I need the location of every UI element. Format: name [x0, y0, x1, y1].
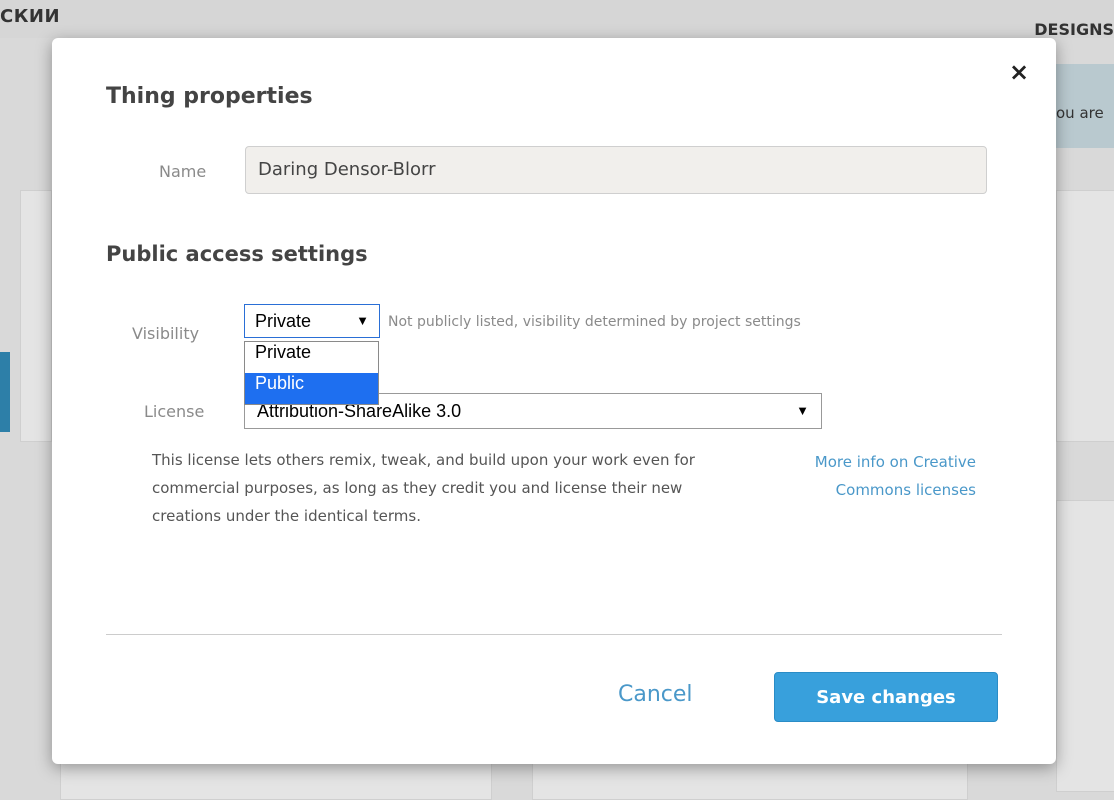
license-label: License	[144, 402, 205, 421]
visibility-option-private[interactable]: Private	[245, 342, 378, 373]
visibility-options-list: Private Public	[244, 341, 379, 405]
cancel-button[interactable]: Cancel	[618, 682, 693, 707]
visibility-option-public[interactable]: Public	[245, 373, 378, 404]
background-card	[60, 760, 492, 800]
link-line-2: Commons licenses	[835, 481, 976, 499]
background-card	[1056, 500, 1114, 792]
caret-down-icon: ▼	[796, 403, 809, 418]
background-banner-text: ou are	[1056, 104, 1104, 122]
background-card	[532, 760, 968, 800]
thing-properties-dialog: × Thing properties Name Daring Densor-Bl…	[52, 38, 1056, 764]
dialog-title: Thing properties	[106, 84, 313, 109]
caret-down-icon: ▼	[356, 313, 369, 328]
background-card	[1056, 190, 1114, 442]
close-icon[interactable]: ×	[1009, 58, 1029, 86]
background-card	[20, 190, 52, 442]
creative-commons-info-link[interactable]: More info on Creative Commons licenses	[744, 448, 976, 504]
background-header	[0, 0, 1114, 38]
link-line-1: More info on Creative	[814, 453, 976, 471]
section-title: Public access settings	[106, 242, 368, 266]
license-description: This license lets others remix, tweak, a…	[152, 451, 695, 525]
footer-divider	[106, 634, 1002, 635]
visibility-select[interactable]: Private ▼	[244, 304, 380, 338]
background-banner: ou are	[1056, 64, 1114, 148]
background-heading-left: СКИИ	[0, 6, 61, 27]
visibility-hint: Not publicly listed, visibility determin…	[388, 314, 801, 330]
visibility-label: Visibility	[132, 324, 200, 343]
background-heading-right: DESIGNS	[1034, 20, 1114, 39]
name-label: Name	[159, 162, 207, 181]
save-changes-button[interactable]: Save changes	[774, 672, 998, 722]
name-input[interactable]: Daring Densor-Blorr	[245, 146, 987, 194]
visibility-selected-value: Private	[255, 311, 312, 331]
background-accent	[0, 352, 10, 432]
